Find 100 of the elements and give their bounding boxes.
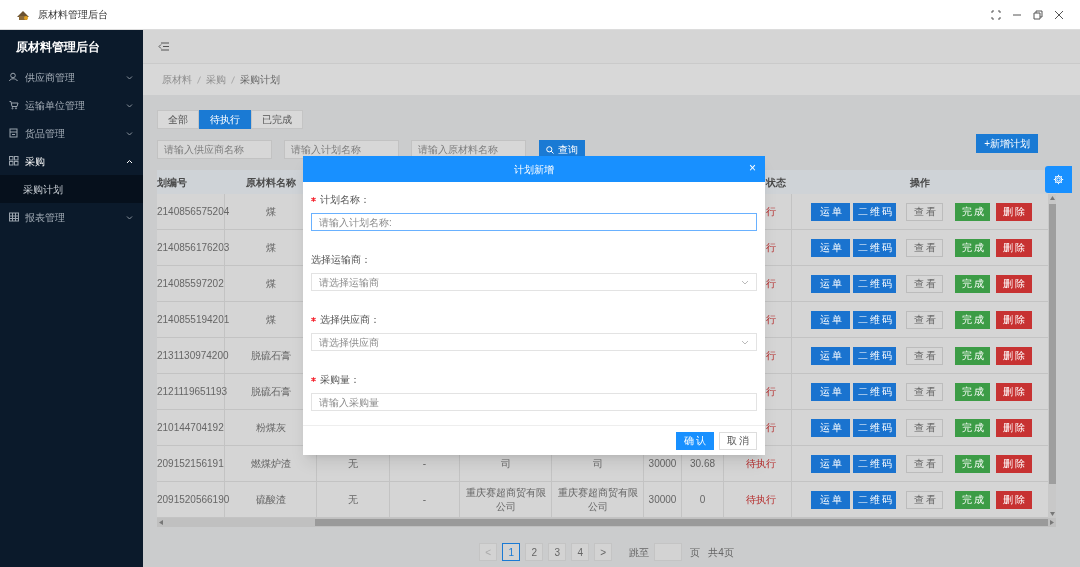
action-button[interactable]: 查看 <box>906 274 943 293</box>
action-button[interactable]: 二维码 <box>853 202 896 221</box>
settings-button[interactable] <box>1045 166 1072 193</box>
status-text: 行 <box>766 420 776 435</box>
next-page-button[interactable]: > <box>594 543 613 561</box>
action-button[interactable]: 查看 <box>906 490 943 509</box>
action-button[interactable]: 完成 <box>955 310 990 329</box>
sidebar-item[interactable]: 供应商管理 <box>0 63 143 91</box>
action-button[interactable]: 删除 <box>996 418 1032 437</box>
filter-tab[interactable]: 全部 <box>157 110 199 129</box>
action-button[interactable]: 完成 <box>955 274 990 293</box>
add-plan-button[interactable]: +新增计划 <box>976 134 1038 153</box>
dropdown-field[interactable]: 请选择供应商 <box>311 333 757 351</box>
action-button[interactable]: 运单 <box>811 346 850 365</box>
sidebar-subitem[interactable]: 采购计划 <box>0 175 143 203</box>
action-button[interactable]: 运单 <box>811 238 850 257</box>
slash-separator-icon <box>197 75 201 84</box>
action-button[interactable]: 查看 <box>906 238 943 257</box>
menu-fold-icon[interactable] <box>158 42 169 51</box>
action-button[interactable]: 删除 <box>996 382 1032 401</box>
action-button[interactable]: 查看 <box>906 310 943 329</box>
action-button[interactable]: 二维码 <box>853 454 896 473</box>
search-field[interactable]: 请输入供应商名称 <box>157 140 272 159</box>
table-icon <box>9 212 19 222</box>
breadcrumb-link[interactable]: 原材料 <box>162 72 192 87</box>
action-button[interactable]: 二维码 <box>853 490 896 509</box>
page-button[interactable]: 3 <box>548 543 567 561</box>
action-button[interactable]: 完成 <box>955 382 990 401</box>
action-button[interactable]: 完成 <box>955 238 990 257</box>
scroll-up-icon[interactable] <box>1049 196 1055 200</box>
action-button[interactable]: 完成 <box>955 346 990 365</box>
action-button[interactable]: 删除 <box>996 202 1032 221</box>
action-button[interactable]: 运单 <box>811 382 850 401</box>
dialog-button[interactable]: 确认 <box>676 431 714 450</box>
action-button[interactable]: 运单 <box>811 490 850 509</box>
status-text: 行 <box>766 348 776 363</box>
action-button[interactable]: 二维码 <box>853 346 896 365</box>
table-cell: 脱硫石膏 <box>250 348 291 363</box>
page-unit-label: 页 <box>690 545 701 560</box>
action-button[interactable]: 查看 <box>906 382 943 401</box>
action-button[interactable]: 查看 <box>906 454 943 473</box>
restore-icon[interactable] <box>1033 9 1043 20</box>
breadcrumb-link[interactable]: 采购计划 <box>240 72 280 87</box>
input-field[interactable]: 请输入计划名称: <box>311 213 757 231</box>
scrollbar-thumb[interactable] <box>315 519 1048 526</box>
action-button[interactable]: 删除 <box>996 310 1032 329</box>
action-button[interactable]: 二维码 <box>853 418 896 437</box>
slash-separator-icon <box>231 75 235 84</box>
action-button[interactable]: 完成 <box>955 202 990 221</box>
sidebar-item[interactable]: 报表管理 <box>0 203 143 231</box>
action-button[interactable]: 查看 <box>906 346 943 365</box>
column-header: 操作 <box>910 175 930 190</box>
action-button[interactable]: 删除 <box>996 346 1032 365</box>
table-cell: 煤 <box>265 204 276 219</box>
breadcrumb-link[interactable]: 采购 <box>206 72 226 87</box>
action-button[interactable]: 二维码 <box>853 274 896 293</box>
action-button[interactable]: 删除 <box>996 238 1032 257</box>
close-button[interactable]: × <box>749 161 756 175</box>
window-title: 原材料管理后台 <box>38 8 108 22</box>
scroll-down-icon[interactable] <box>1049 512 1055 516</box>
action-button[interactable]: 查看 <box>906 418 943 437</box>
status-text: 行 <box>766 204 776 219</box>
dropdown-field[interactable]: 请选择运输商 <box>311 273 757 291</box>
page-button[interactable]: 4 <box>571 543 590 561</box>
action-button[interactable]: 完成 <box>955 490 990 509</box>
table-cell: 210144704192 <box>157 420 224 435</box>
action-button[interactable]: 二维码 <box>853 382 896 401</box>
close-icon[interactable] <box>1054 9 1064 20</box>
page-button[interactable]: 2 <box>525 543 544 561</box>
action-button[interactable]: 运单 <box>811 454 850 473</box>
action-button[interactable]: 查看 <box>906 202 943 221</box>
sidebar-item[interactable]: 运输单位管理 <box>0 91 143 119</box>
page-button[interactable]: 1 <box>502 543 521 561</box>
scroll-right-icon[interactable] <box>1050 520 1054 525</box>
action-button[interactable]: 删除 <box>996 490 1032 509</box>
page-total: 共4页 <box>708 545 734 560</box>
action-button[interactable]: 删除 <box>996 274 1032 293</box>
sidebar-item[interactable]: 货品管理 <box>0 119 143 147</box>
scroll-left-icon[interactable] <box>159 520 163 525</box>
action-button[interactable]: 运单 <box>811 274 850 293</box>
action-button[interactable]: 运单 <box>811 418 850 437</box>
action-button[interactable]: 完成 <box>955 418 990 437</box>
scrollbar-thumb[interactable] <box>1048 204 1056 484</box>
action-button[interactable]: 运单 <box>811 310 850 329</box>
table-cell: 煤 <box>265 240 276 255</box>
chevron-down-icon <box>126 130 133 136</box>
action-button[interactable]: 删除 <box>996 454 1032 473</box>
filter-tab[interactable]: 已完成 <box>251 110 303 129</box>
sidebar-item[interactable]: 采购 <box>0 147 143 175</box>
action-button[interactable]: 二维码 <box>853 310 896 329</box>
column-header: 原材料名称 <box>246 175 296 190</box>
dialog-button[interactable]: 取消 <box>719 431 757 450</box>
fullscreen-icon[interactable] <box>991 9 1001 20</box>
table-cell: 无 <box>348 492 358 507</box>
action-button[interactable]: 运单 <box>811 202 850 221</box>
table-cell: 2131130974200 <box>157 348 229 363</box>
action-button[interactable]: 完成 <box>955 454 990 473</box>
table-cell: 2140855194201 <box>157 312 230 327</box>
filter-tab[interactable]: 待执行 <box>199 110 251 129</box>
action-button[interactable]: 二维码 <box>853 238 896 257</box>
